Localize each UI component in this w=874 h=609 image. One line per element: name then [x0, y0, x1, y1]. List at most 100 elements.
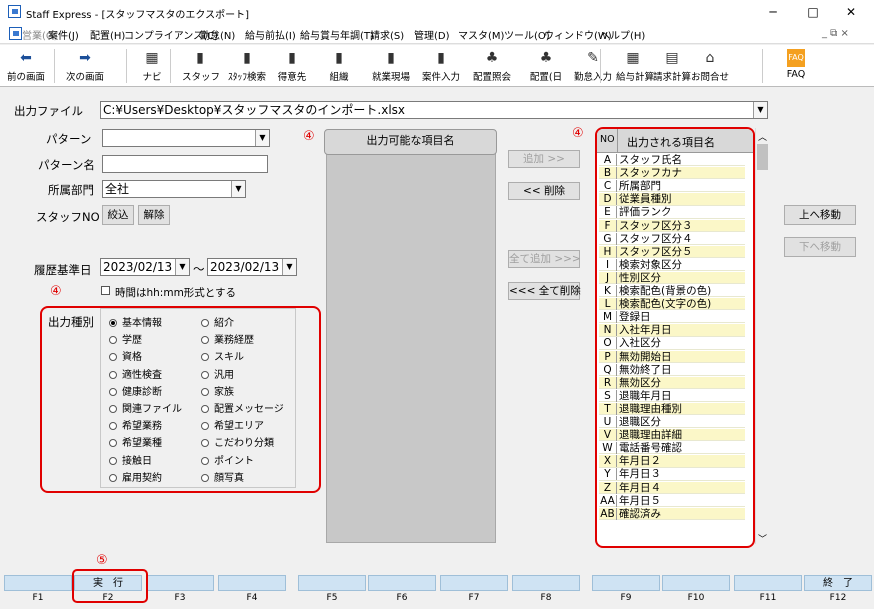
toolbar-button[interactable]: ♣ 配置(日 [526, 45, 566, 85]
toolbar-button[interactable]: ▮ 得意先 [272, 45, 312, 85]
output-type-radio[interactable]: 希望業種 [109, 434, 162, 449]
filter-button[interactable]: 絞込 [102, 205, 134, 225]
date-to-input[interactable]: 2023/02/13 ▼ [207, 258, 297, 276]
table-row[interactable]: Y 年月日３ [599, 468, 745, 481]
output-type-radio[interactable]: 配置メッセージ [201, 400, 284, 415]
radio-circle-icon[interactable] [201, 456, 209, 465]
date-from-input[interactable]: 2023/02/13 ▼ [100, 258, 190, 276]
radio-circle-icon[interactable] [109, 336, 117, 345]
menu-item[interactable]: 請求(S) [370, 27, 404, 42]
output-type-radio[interactable]: 関連ファイル [109, 400, 182, 415]
fkey-button-f7[interactable] [440, 575, 508, 591]
table-row[interactable]: A スタッフ氏名 [599, 154, 745, 167]
calendar-dropdown-icon[interactable]: ▼ [175, 259, 189, 275]
fkey-button-f11[interactable] [734, 575, 802, 591]
table-row[interactable]: J 性別区分 [599, 271, 745, 285]
menu-item[interactable]: マスタ(M) [458, 27, 504, 42]
toolbar-button[interactable]: ▮ 組織 [324, 45, 354, 85]
radio-circle-icon[interactable] [201, 336, 209, 345]
maximize-button[interactable]: □ [804, 4, 822, 20]
toolbar-button[interactable]: ▦ ナビ [138, 45, 166, 85]
toolbar-button[interactable]: ♣ 配置照会 [470, 45, 514, 85]
table-row[interactable]: X 年月日２ [599, 455, 745, 468]
mdi-controls[interactable]: _ ⧉ × [822, 28, 849, 39]
scroll-down-icon[interactable]: ﹀ [758, 532, 767, 545]
menu-item[interactable]: 勤怠(N) [200, 27, 235, 42]
calendar-dropdown-icon[interactable]: ▼ [282, 259, 296, 275]
menu-item[interactable]: 給与前払(I) [245, 27, 296, 42]
table-row[interactable]: Z 年月日４ [599, 481, 745, 494]
radio-circle-icon[interactable] [201, 405, 209, 413]
toolbar-button[interactable]: ⬅ 前の画面 [4, 45, 48, 85]
output-type-radio[interactable]: 顔写真 [201, 469, 244, 484]
scrollbar-thumb[interactable] [757, 144, 768, 170]
radio-circle-icon[interactable] [109, 456, 117, 465]
output-type-radio[interactable]: ポイント [201, 452, 254, 467]
menu-item[interactable]: 給与賞与年調(T) [300, 27, 374, 42]
menu-item[interactable]: 管理(D) [414, 27, 450, 42]
table-row[interactable]: I 検索対象区分 [599, 258, 745, 272]
table-row[interactable]: AA 年月日５ [599, 494, 745, 507]
radio-circle-icon[interactable] [109, 473, 117, 482]
output-type-radio[interactable]: 家族 [201, 383, 234, 398]
toolbar-button[interactable]: ▮ 案件入力 [420, 45, 462, 85]
radio-circle-icon[interactable] [109, 439, 117, 448]
fkey-button-f10[interactable] [662, 575, 730, 591]
toolbar-button[interactable]: FAQ FAQ [772, 45, 820, 85]
fkey-button-f3[interactable] [146, 575, 214, 591]
menu-item[interactable]: 配置(H) [90, 27, 125, 42]
minimize-button[interactable]: ─ [764, 4, 782, 20]
table-row[interactable]: V 退職理由詳細 [599, 429, 745, 442]
table-row[interactable]: R 無効区分 [599, 376, 745, 389]
radio-circle-icon[interactable] [201, 319, 209, 327]
toolbar-button[interactable]: ⌂ お問合せ [690, 45, 730, 85]
output-type-radio[interactable]: 適性検査 [109, 366, 162, 381]
table-row[interactable]: M 登録日 [599, 311, 745, 324]
add-button[interactable]: 追加 >> [508, 150, 580, 168]
output-type-radio[interactable]: 紹介 [201, 314, 234, 329]
output-type-radio[interactable]: 業務経歴 [201, 331, 254, 346]
menu-item[interactable]: 案件(J) [48, 27, 79, 42]
table-row[interactable]: W 電話番号確認 [599, 442, 745, 455]
radio-circle-icon[interactable] [201, 370, 209, 379]
fkey-button-f4[interactable] [218, 575, 286, 591]
table-row[interactable]: H スタッフ区分５ [599, 245, 745, 258]
output-file-input[interactable]: C:¥Users¥Desktop¥スタッフマスタのインポート.xlsx ▼ [100, 101, 768, 119]
toolbar-button[interactable]: ✎ 勤怠入力 [572, 45, 614, 85]
remove-button[interactable]: << 削除 [508, 182, 580, 200]
add-all-button[interactable]: 全て追加 >>> [508, 250, 581, 268]
radio-circle-icon[interactable] [109, 370, 117, 379]
scroll-up-icon[interactable]: ︿ [758, 130, 767, 143]
output-type-radio[interactable]: スキル [201, 348, 244, 363]
radio-circle-icon[interactable] [109, 353, 117, 362]
dept-select[interactable]: 全社 ▼ [102, 180, 246, 198]
table-row[interactable]: B スタッフカナ [599, 167, 745, 180]
toolbar-button[interactable]: ▤ 請求計算 [652, 45, 692, 85]
toolbar-button[interactable]: ➡ 次の画面 [60, 45, 110, 85]
table-row[interactable]: Q 無効終了日 [599, 363, 745, 376]
output-type-radio[interactable]: 健康診断 [109, 383, 162, 398]
output-type-radio[interactable]: 資格 [109, 348, 142, 363]
output-type-radio[interactable]: 基本情報 [109, 314, 162, 329]
pattern-select[interactable]: ▼ [102, 129, 270, 147]
fkey-button-f1[interactable] [4, 575, 72, 591]
table-row[interactable]: S 退職年月日 [599, 389, 745, 403]
table-row[interactable]: U 退職区分 [599, 416, 745, 429]
table-row[interactable]: P 無効開始日 [599, 350, 745, 363]
table-row[interactable]: N 入社年月日 [599, 324, 745, 337]
remove-all-button[interactable]: <<< 全て削除 [508, 282, 581, 300]
toolbar-button[interactable]: ▮ 就業現場 [368, 45, 414, 85]
toolbar-button[interactable]: ▦ 給与計算 [616, 45, 654, 85]
chevron-down-icon[interactable]: ▼ [255, 130, 269, 146]
available-items-list[interactable] [326, 130, 496, 543]
radio-circle-icon[interactable] [109, 422, 117, 431]
pattern-name-input[interactable] [102, 155, 268, 173]
table-row[interactable]: E 評価ランク [599, 206, 745, 219]
table-row[interactable]: L 検索配色(文字の色) [599, 298, 745, 311]
fkey-button-f5[interactable] [298, 575, 366, 591]
time-format-checkbox[interactable] [101, 286, 110, 295]
table-row[interactable]: O 入社区分 [599, 337, 745, 350]
radio-circle-icon[interactable] [201, 473, 209, 482]
output-type-radio[interactable]: 希望業務 [109, 417, 162, 432]
radio-circle-icon[interactable] [109, 387, 117, 396]
